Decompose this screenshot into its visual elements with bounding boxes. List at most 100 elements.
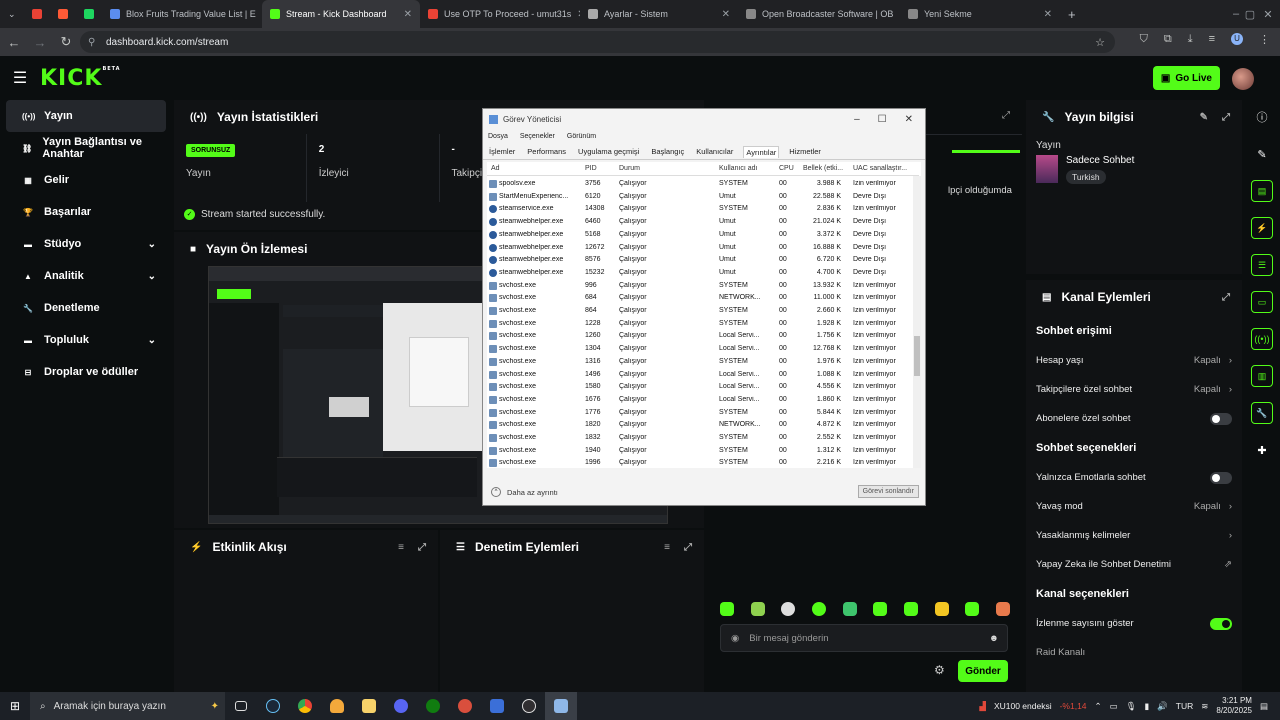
show-viewers-toggle[interactable]	[1210, 617, 1232, 630]
input-language[interactable]: TUR	[1176, 701, 1193, 711]
tray-chevron-icon[interactable]: ⌃	[1095, 701, 1102, 712]
popout-icon[interactable]: ⤢	[1222, 292, 1230, 303]
browser-tab[interactable]	[76, 0, 102, 28]
steam-taskbar-icon[interactable]	[257, 692, 289, 720]
followers-only-row[interactable]: Takipçilere özel sohbet Kapalı ›	[1026, 375, 1242, 404]
discord-taskbar-icon[interactable]	[385, 692, 417, 720]
process-column-header[interactable]: CPU	[779, 165, 805, 172]
store-taskbar-icon[interactable]	[481, 692, 513, 720]
emoji-picker-icon[interactable]: ☻	[989, 633, 999, 644]
xbox-taskbar-icon[interactable]	[417, 692, 449, 720]
process-row[interactable]: svchost.exe 996 Çalışıyor SYSTEM 00 13.932 K İ…	[487, 280, 919, 293]
profile-icon[interactable]: U	[1231, 33, 1243, 45]
volume-icon[interactable]: 🔊	[1157, 701, 1168, 712]
process-table-scrollbar[interactable]	[913, 176, 921, 468]
process-column-header[interactable]: PID	[585, 165, 621, 172]
process-row[interactable]: svchost.exe 1304 Çalışıyor Local Servi... 00…	[487, 343, 919, 356]
chrome-taskbar-icon[interactable]	[289, 692, 321, 720]
broadcast-tool-icon[interactable]: ((•))	[1251, 328, 1273, 350]
process-row[interactable]: svchost.exe 1228 Çalışıyor SYSTEM 00 1.928 K İ…	[487, 318, 919, 331]
sidebar-item[interactable]: ▬ Stüdyo ⌄	[6, 228, 166, 260]
browser-menu-icon[interactable]: ⋮	[1259, 33, 1270, 46]
subscribers-only-toggle[interactable]	[1210, 412, 1232, 425]
tab-list-button[interactable]: ⌄	[0, 0, 24, 28]
browser-tab[interactable]: Open Broadcaster Software | OB✕	[738, 0, 900, 28]
process-column-header[interactable]: UAC sanallaştır...	[853, 165, 919, 172]
account-age-row[interactable]: Hesap yaşı Kapalı ›	[1026, 346, 1242, 375]
process-row[interactable]: svchost.exe 1996 Çalışıyor SYSTEM 00 2.216 K İ…	[487, 457, 919, 468]
info-icon[interactable]: ⓘ	[1251, 106, 1273, 128]
close-window-button[interactable]: ✕	[1256, 0, 1280, 28]
send-button[interactable]: Gönder	[958, 660, 1008, 682]
browser-tab[interactable]	[24, 0, 50, 28]
emotes-only-toggle[interactable]	[1210, 471, 1232, 484]
emote-icon[interactable]	[842, 602, 857, 616]
emote-icon[interactable]	[934, 602, 949, 616]
tab-close-icon[interactable]: ✕	[1044, 9, 1052, 20]
bookmark-star-icon[interactable]: ☆	[1095, 36, 1105, 49]
process-row[interactable]: steamservice.exe 14308 Çalışıyor SYSTEM 00 2.…	[487, 203, 919, 216]
task-manager-menu-item[interactable]: Görünüm	[567, 133, 596, 140]
list-tool-icon[interactable]: ☰	[1251, 254, 1273, 276]
process-row[interactable]: StartMenuExperienc... 6120 Çalışıyor Umut 00…	[487, 191, 919, 204]
windows-start-icon[interactable]: ⊞	[0, 699, 30, 713]
emote-icon[interactable]	[903, 602, 918, 616]
tab-active[interactable]: Stream - Kick Dashboard ✕	[262, 0, 420, 28]
back-icon[interactable]: ←	[2, 30, 26, 54]
sidebar-item[interactable]: 🏆 Başarılar	[6, 196, 166, 228]
add-widget-icon[interactable]: ✚	[1251, 439, 1273, 461]
task-manager-menu-item[interactable]: Dosya	[488, 133, 508, 140]
process-row[interactable]: steamwebhelper.exe 15232 Çalışıyor Umut 00 4.…	[487, 267, 919, 280]
process-row[interactable]: svchost.exe 1820 Çalışıyor NETWORK... 00 4.87…	[487, 419, 919, 432]
task-manager-tab[interactable]: Başlangıç	[649, 146, 686, 157]
task-manager-tab[interactable]: Uygulama geçmişi	[576, 146, 641, 157]
task-manager-tab[interactable]: İşlemler	[487, 146, 517, 157]
lightning-tool-icon[interactable]: ⚡	[1251, 217, 1273, 239]
chat-popout-icon[interactable]: ⤢	[1002, 110, 1010, 121]
minimize-icon[interactable]: –	[854, 114, 860, 125]
process-row[interactable]: svchost.exe 1776 Çalışıyor SYSTEM 00 5.844 K İ…	[487, 407, 919, 420]
microphone-icon[interactable]: 🎙	[1126, 701, 1137, 712]
edit-pencil-icon[interactable]: ✎	[1251, 143, 1273, 165]
slow-mode-row[interactable]: Yavaş mod Kapalı ›	[1026, 492, 1242, 521]
process-row[interactable]: steamwebhelper.exe 5168 Çalışıyor Umut 00 3.3…	[487, 229, 919, 242]
address-bar[interactable]: ⚲ dashboard.kick.com/stream ☆	[80, 31, 1115, 53]
process-row[interactable]: svchost.exe 864 Çalışıyor SYSTEM 00 2.660 K İz…	[487, 305, 919, 318]
task-manager-taskbar-icon[interactable]	[545, 692, 577, 720]
obs-taskbar-icon[interactable]	[513, 692, 545, 720]
emote-icon[interactable]	[873, 602, 888, 616]
sidebar-item[interactable]: 🔧 Denetleme	[6, 292, 166, 324]
battery-icon[interactable]: ▮	[1144, 701, 1149, 712]
download-icon[interactable]: ⤓	[1188, 33, 1193, 46]
app-taskbar-icon[interactable]	[449, 692, 481, 720]
sidebar-item[interactable]: ▦ Gelir	[6, 164, 166, 196]
process-row[interactable]: svchost.exe 1316 Çalışıyor SYSTEM 00 1.976 K İ…	[487, 356, 919, 369]
ticker-name[interactable]: XU100 endeksi	[994, 701, 1052, 711]
system-clock[interactable]: 3:21 PM 8/20/2025	[1216, 696, 1252, 716]
hamburger-menu-icon[interactable]: ☰	[0, 68, 40, 88]
process-column-header[interactable]: Ad	[491, 165, 587, 172]
reading-list-icon[interactable]: ≡	[1209, 33, 1215, 46]
stream-info-tool-icon[interactable]: ▤	[1251, 180, 1273, 202]
extensions-icon[interactable]: ⧉	[1164, 33, 1172, 46]
wrench-tool-icon[interactable]: 🔧	[1251, 402, 1273, 424]
process-column-header[interactable]: Kullanıcı adı	[719, 165, 783, 172]
go-live-button[interactable]: ▣ Go Live	[1152, 66, 1220, 90]
sidebar-item[interactable]: ⊟ Droplar ve ödüller	[6, 356, 166, 388]
forward-icon[interactable]: →	[28, 30, 52, 54]
emote-icon[interactable]	[965, 602, 980, 616]
chat-settings-gear-icon[interactable]: ⚙	[934, 663, 945, 677]
process-row[interactable]: svchost.exe 1496 Çalışıyor Local Servi... 00…	[487, 369, 919, 382]
popout-icon[interactable]: ⤢	[684, 542, 692, 553]
process-row[interactable]: svchost.exe 1940 Çalışıyor SYSTEM 00 1.312 K İ…	[487, 445, 919, 458]
raid-channel-row[interactable]: Raid Kanalı	[1026, 638, 1242, 667]
process-row[interactable]: steamwebhelper.exe 8576 Çalışıyor Umut 00 6.7…	[487, 254, 919, 267]
site-settings-icon[interactable]: ⚲	[88, 37, 95, 48]
browser-tab[interactable]: Blox Fruits Trading Value List | E✕	[102, 0, 262, 28]
process-row[interactable]: svchost.exe 1832 Çalışıyor SYSTEM 00 2.552 K İ…	[487, 432, 919, 445]
fewer-details-link[interactable]: Daha az ayrıntı	[507, 488, 558, 497]
tab-close-icon[interactable]: ✕	[722, 9, 730, 20]
sidebar-item[interactable]: ▲ Analitik ⌄	[6, 260, 166, 292]
emote-icon[interactable]	[781, 602, 796, 616]
close-icon[interactable]: ✕	[905, 114, 913, 125]
